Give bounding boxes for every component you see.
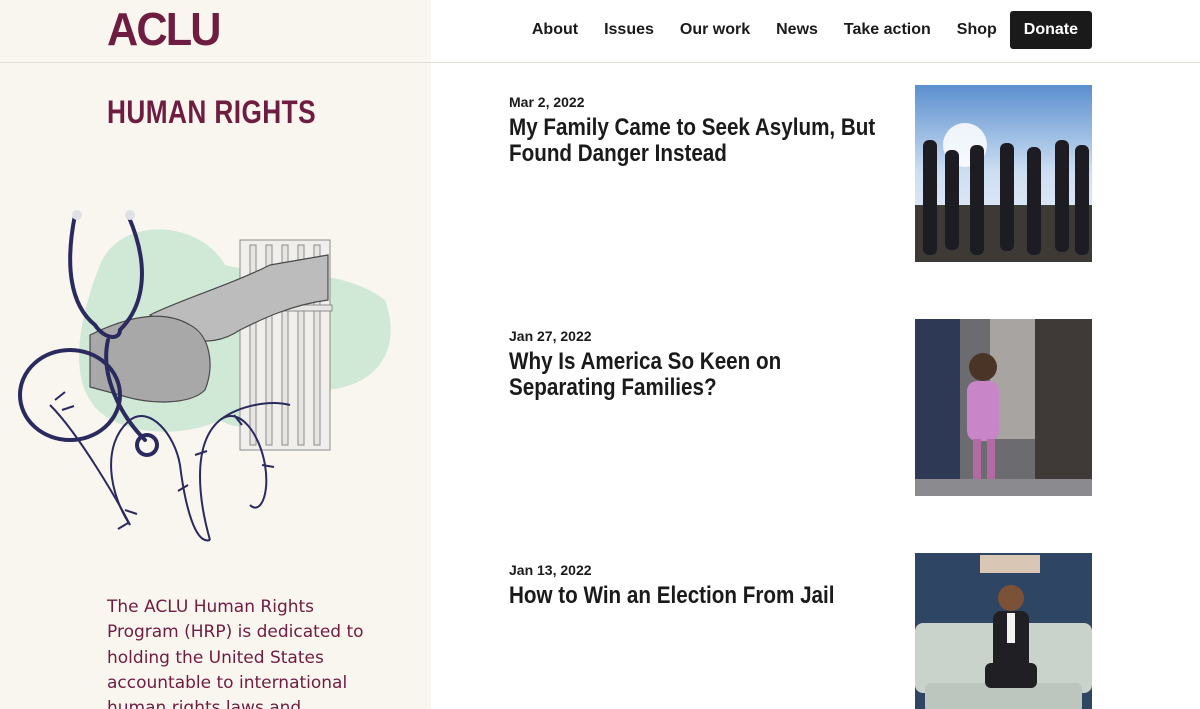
article-thumbnail[interactable] xyxy=(915,319,1092,496)
article-title-link[interactable]: My Family Came to Seek Asylum, But Found… xyxy=(509,115,887,167)
donate-button[interactable]: Donate xyxy=(1009,11,1092,49)
article-date: Jan 27, 2022 xyxy=(509,328,592,344)
article-title-link[interactable]: How to Win an Election From Jail xyxy=(509,583,887,609)
nav-shop[interactable]: Shop xyxy=(957,21,997,39)
nav-about[interactable]: About xyxy=(532,21,578,39)
article-card: Mar 2, 2022 My Family Came to Seek Asylu… xyxy=(509,85,1092,271)
intro-paragraph: The ACLU Human Rights Program (HRP) is d… xyxy=(107,597,364,709)
hero-illustration xyxy=(18,210,391,542)
top-nav: About Issues Our work News Take action S… xyxy=(506,11,1092,49)
nav-our-work[interactable]: Our work xyxy=(680,21,750,39)
nav-take-action[interactable]: Take action xyxy=(844,21,931,39)
article-date: Jan 13, 2022 xyxy=(509,562,592,578)
page-title: HUMAN RIGHTS xyxy=(107,94,316,130)
article-card: Jan 27, 2022 Why Is America So Keen on S… xyxy=(509,319,1092,505)
article-date: Mar 2, 2022 xyxy=(509,94,585,110)
nav-news[interactable]: News xyxy=(776,21,818,39)
nav-issues[interactable]: Issues xyxy=(604,21,654,39)
article-thumbnail[interactable] xyxy=(915,553,1092,709)
article-title-link[interactable]: Why Is America So Keen on Separating Fam… xyxy=(509,349,887,401)
article-card: Jan 13, 2022 How to Win an Election From… xyxy=(509,553,1092,709)
article-thumbnail[interactable] xyxy=(915,85,1092,262)
header-divider xyxy=(0,62,1200,63)
aclu-logo[interactable]: ACLU xyxy=(107,6,221,52)
